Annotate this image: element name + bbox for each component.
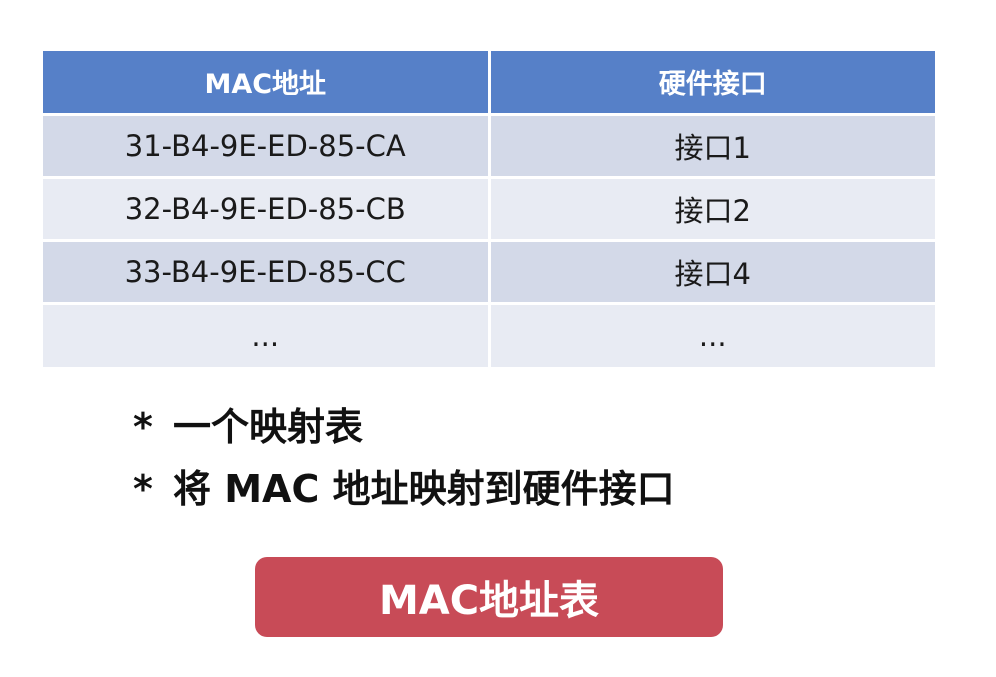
mac-address-cell: 32-B4-9E-ED-85-CB (43, 177, 491, 242)
bullet-marker: * (133, 405, 153, 449)
column-header-mac-address: MAC地址 (43, 51, 491, 116)
button-label: MAC地址表 (378, 578, 600, 624)
interface-cell: ... (489, 303, 935, 367)
bullet-text: 一个映射表 (173, 405, 364, 449)
bullet-list: * 一个映射表 * 将 MAC 地址映射到硬件接口 (133, 396, 675, 520)
mac-address-table: MAC地址 硬件接口 31-B4-9E-ED-85-CA 接口1 32-B4-9… (43, 51, 935, 367)
mac-address-table-button[interactable]: MAC地址表 (255, 557, 723, 637)
table-row: 31-B4-9E-ED-85-CA 接口1 (43, 114, 935, 179)
bullet-item: * 一个映射表 (133, 396, 675, 458)
mac-address-cell: 33-B4-9E-ED-85-CC (43, 240, 491, 305)
table-row: 32-B4-9E-ED-85-CB 接口2 (43, 177, 935, 242)
bullet-item: * 将 MAC 地址映射到硬件接口 (133, 458, 675, 520)
mac-address-cell: ... (43, 303, 491, 367)
table-header-row: MAC地址 硬件接口 (43, 51, 935, 116)
interface-cell: 接口1 (489, 114, 935, 179)
column-header-hardware-interface: 硬件接口 (489, 51, 935, 116)
table-row: 33-B4-9E-ED-85-CC 接口4 (43, 240, 935, 305)
interface-cell: 接口2 (489, 177, 935, 242)
interface-cell: 接口4 (489, 240, 935, 305)
mac-address-cell: 31-B4-9E-ED-85-CA (43, 114, 491, 179)
bullet-marker: * (133, 467, 153, 511)
bullet-text: 将 MAC 地址映射到硬件接口 (173, 467, 675, 511)
table-row: ... ... (43, 303, 935, 367)
